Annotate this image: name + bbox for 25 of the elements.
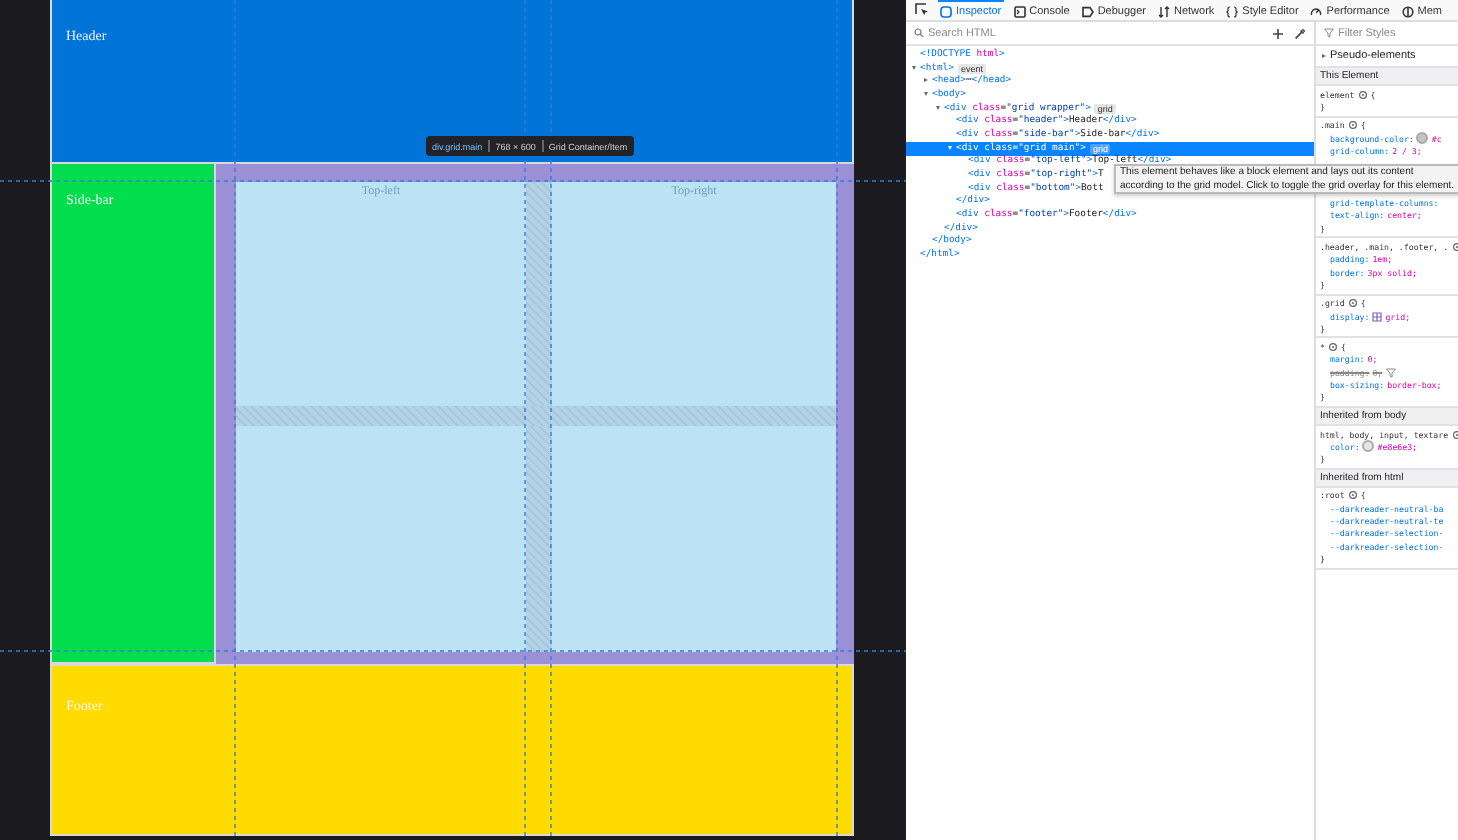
- eyedropper-icon[interactable]: [1294, 27, 1306, 39]
- console-icon: [1013, 5, 1026, 17]
- gear-icon[interactable]: [1451, 429, 1458, 440]
- performance-icon: [1310, 5, 1323, 17]
- gear-icon[interactable]: [1347, 298, 1358, 309]
- gear-icon[interactable]: [1451, 242, 1458, 253]
- style-icon: [1226, 5, 1239, 17]
- gear-icon[interactable]: [1347, 490, 1358, 501]
- caret-icon[interactable]: [1320, 51, 1330, 61]
- caret-icon[interactable]: [946, 143, 956, 154]
- gear-icon[interactable]: [1327, 342, 1338, 353]
- inspector-icon: [940, 5, 952, 17]
- grid-icon[interactable]: [1372, 311, 1383, 321]
- filter-icon[interactable]: [1385, 367, 1396, 378]
- memory-icon: [1401, 5, 1414, 17]
- gear-icon[interactable]: [1357, 89, 1368, 100]
- debugger-icon: [1081, 5, 1094, 17]
- gear-icon[interactable]: [1347, 120, 1358, 131]
- search-icon: [914, 28, 924, 38]
- color-swatch[interactable]: [1362, 440, 1375, 453]
- network-icon: [1157, 5, 1170, 17]
- element-picker-icon[interactable]: [914, 2, 930, 18]
- color-swatch[interactable]: [1416, 132, 1429, 145]
- add-node-icon[interactable]: [1272, 27, 1284, 39]
- filter-icon: [1324, 28, 1334, 38]
